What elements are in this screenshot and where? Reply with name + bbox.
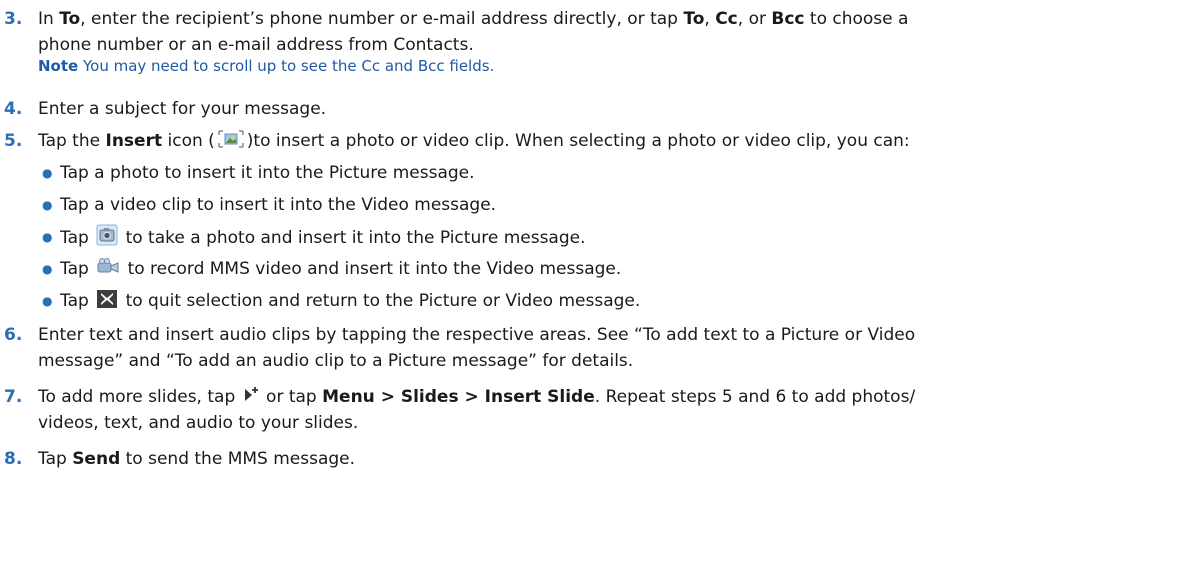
step-text: Tap Send to send the MMS message. — [38, 446, 1175, 472]
step-number: 4. — [4, 99, 23, 119]
insert-media-icon — [217, 129, 245, 157]
text: to send the MMS message. — [120, 449, 356, 469]
note-text: You may need to scroll up to see the Cc … — [78, 57, 495, 75]
text: or tap — [260, 387, 323, 407]
bold-text: Send — [72, 449, 121, 469]
bold-text: Insert — [105, 131, 163, 151]
add-slide-icon — [243, 385, 259, 413]
step-number: 3. — [4, 9, 23, 29]
text: to record MMS video and insert it into t… — [122, 259, 622, 279]
bold-text: Cc — [715, 9, 738, 29]
bullet-dot: ● — [42, 198, 53, 212]
text: In — [38, 9, 60, 29]
bullet-dot: ● — [42, 166, 53, 180]
text: , or — [737, 9, 772, 29]
text: Tap — [38, 449, 73, 469]
text: Tap — [60, 228, 95, 248]
bold-text: To — [59, 9, 81, 29]
instructions-page: 3. In To, enter the recipient’s phone nu… — [0, 0, 1180, 568]
bullet-text: Tap to quit selection and return to the … — [60, 288, 640, 317]
text: to choose a — [804, 9, 909, 29]
note-label: Note — [38, 57, 79, 75]
step-text-line2: videos, text, and audio to your slides. — [38, 413, 359, 433]
step-number: 6. — [4, 325, 23, 345]
step-text: To add more slides, tap or tap Menu > Sl… — [38, 384, 1175, 413]
bullet-dot: ● — [42, 262, 53, 276]
bullet-text: Tap a photo to insert it into the Pictur… — [60, 163, 475, 183]
text: Tap — [60, 259, 95, 279]
note: Note You may need to scroll up to see th… — [38, 56, 494, 76]
text: )to insert a photo or video clip. When s… — [246, 131, 910, 151]
text: Tap — [60, 291, 95, 311]
text: To add more slides, tap — [38, 387, 241, 407]
bullet-dot: ● — [42, 230, 53, 244]
bullet-text: Tap a video clip to insert it into the V… — [60, 195, 497, 215]
step-text: In To, enter the recipient’s phone numbe… — [38, 6, 1175, 32]
step-text: Tap the Insert icon ( )to insert a photo … — [38, 128, 1175, 157]
close-x-icon — [96, 289, 118, 317]
text: icon ( — [162, 131, 215, 151]
text: to quit selection and return to the Pict… — [120, 291, 641, 311]
step-text-line2: message” and “To add an audio clip to a … — [38, 351, 634, 371]
step-number: 5. — [4, 131, 23, 151]
step-number: 8. — [4, 449, 23, 469]
video-camera-icon — [96, 257, 120, 285]
bullet-text: Tap to take a photo and insert it into t… — [60, 224, 586, 254]
text: . Repeat steps 5 and 6 to add photos/ — [594, 387, 916, 407]
text: Tap the — [38, 131, 106, 151]
bullet-text: Tap to record MMS video and insert it in… — [60, 256, 621, 285]
step-text: Enter text and insert audio clips by tap… — [38, 325, 916, 345]
bullet-dot: ● — [42, 294, 53, 308]
step-text-line2: phone number or an e-mail address from C… — [38, 35, 474, 55]
text: to take a photo and insert it into the P… — [120, 228, 586, 248]
step-number: 7. — [4, 387, 23, 407]
step-text: Enter a subject for your message. — [38, 99, 327, 119]
bold-text: To — [683, 9, 705, 29]
text: , — [704, 9, 716, 29]
bold-text: Menu > Slides > Insert Slide — [322, 387, 595, 407]
bold-text: Bcc — [771, 9, 805, 29]
text: , enter the recipient’s phone number or … — [80, 9, 684, 29]
camera-icon — [96, 224, 118, 254]
